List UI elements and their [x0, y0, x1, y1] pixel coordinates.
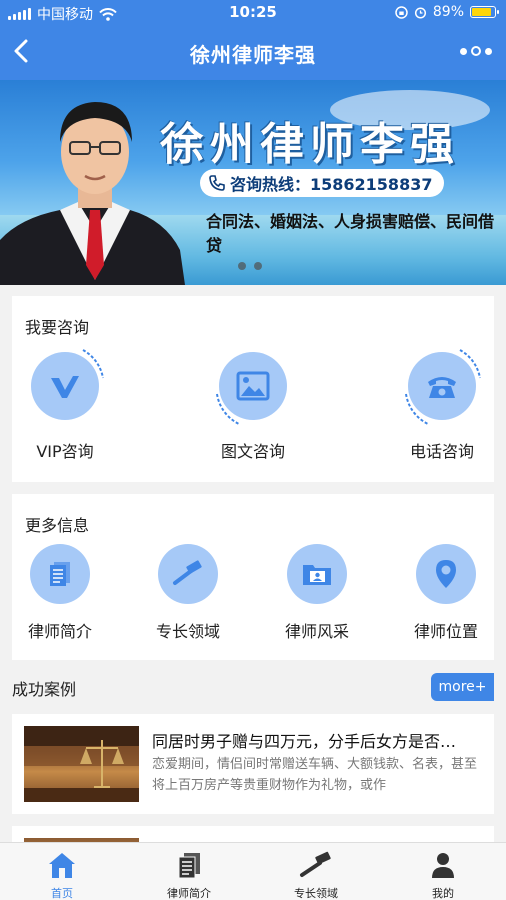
consult-card: 我要咨询 VIP咨询 图文咨询 电话咨询: [12, 296, 494, 482]
consult-item-vip[interactable]: VIP咨询: [10, 348, 120, 462]
alarm-icon: [414, 6, 426, 19]
banner-practice-areas: 合同法、婚姻法、人身损害赔偿、民间借贷: [206, 212, 495, 255]
info-label: 律师简介: [27, 622, 92, 641]
location-pin-icon: [436, 560, 456, 588]
cases-title: 成功案例: [12, 680, 77, 699]
tab-label: 我的: [432, 887, 454, 900]
tab-bar: 首页 律师简介 专长领域 我的: [0, 842, 506, 900]
case-item[interactable]: 同居时男子赠与四万元，分手后女方是否… 恋爱期间，情侣间时常赠送车辆、大额钱款、…: [12, 714, 494, 814]
case-title: 同居时男子赠与四万元，分手后女方是否…: [152, 732, 457, 751]
consult-title: 我要咨询: [25, 318, 90, 337]
tab-label: 律师简介: [167, 887, 211, 900]
more-info-title: 更多信息: [25, 516, 90, 535]
banner[interactable]: 徐州律师李强 咨询热线：15862158837 合同法、婚姻法、人身损害赔偿、民…: [0, 80, 506, 285]
more-menu-icon[interactable]: [460, 46, 492, 56]
user-icon: [432, 853, 454, 878]
tab-label: 首页: [51, 887, 73, 900]
tab-label: 专长领域: [294, 887, 338, 900]
info-item-gallery[interactable]: 律师风采: [269, 544, 365, 642]
tab-specialty[interactable]: 专长领域: [266, 849, 366, 900]
image-icon: [236, 371, 270, 401]
document-icon: [178, 853, 200, 879]
tab-mine[interactable]: 我的: [393, 849, 493, 900]
info-item-location[interactable]: 律师位置: [398, 544, 494, 642]
gavel-icon: [173, 560, 202, 585]
folder-profile-icon: [303, 565, 331, 585]
case-thumbnail: [24, 726, 139, 802]
info-label: 律师风采: [284, 622, 349, 641]
carousel-dots[interactable]: [238, 262, 262, 270]
banner-hotline[interactable]: 咨询热线：15862158837: [200, 169, 445, 197]
top-bar: 中国移动 10:25 89% 徐州律师李强: [0, 0, 506, 80]
consult-item-image[interactable]: 图文咨询: [198, 348, 308, 462]
consult-label: 图文咨询: [220, 442, 285, 461]
vip-icon: [51, 376, 79, 398]
case-description: 恋爱期间，情侣间时常赠送车辆、大额钱款、名表，甚至将上百万房产等贵重财物作为礼物…: [152, 757, 478, 793]
telephone-icon: [428, 377, 456, 398]
banner-title: 徐州律师李强: [160, 119, 460, 170]
nav-bar: 徐州律师李强: [0, 26, 506, 80]
consult-item-phone[interactable]: 电话咨询: [387, 348, 497, 462]
hotline-text: 咨询热线：15862158837: [230, 175, 433, 194]
document-icon: [50, 562, 70, 586]
info-item-profile[interactable]: 律师简介: [12, 544, 108, 642]
status-bar: 中国移动 10:25 89%: [0, 0, 506, 26]
consult-label: VIP咨询: [36, 442, 94, 461]
cases-more-button[interactable]: more+: [431, 673, 494, 701]
tab-home[interactable]: 首页: [12, 849, 112, 900]
consult-label: 电话咨询: [409, 442, 474, 461]
page-title: 徐州律师李强: [190, 43, 316, 67]
more-info-card: 更多信息 律师简介 专长领域 律师风采 律师位置: [12, 494, 494, 660]
home-icon: [49, 853, 75, 878]
info-label: 律师位置: [413, 622, 478, 641]
gavel-icon: [300, 851, 331, 877]
info-label: 专长领域: [155, 622, 220, 641]
tab-profile[interactable]: 律师简介: [139, 849, 239, 900]
info-item-specialty[interactable]: 专长领域: [140, 544, 236, 642]
phone-icon: [209, 175, 225, 191]
battery-percent: 89%: [432, 4, 464, 20]
battery-icon: [470, 6, 499, 18]
rotation-lock-icon: [395, 5, 408, 19]
